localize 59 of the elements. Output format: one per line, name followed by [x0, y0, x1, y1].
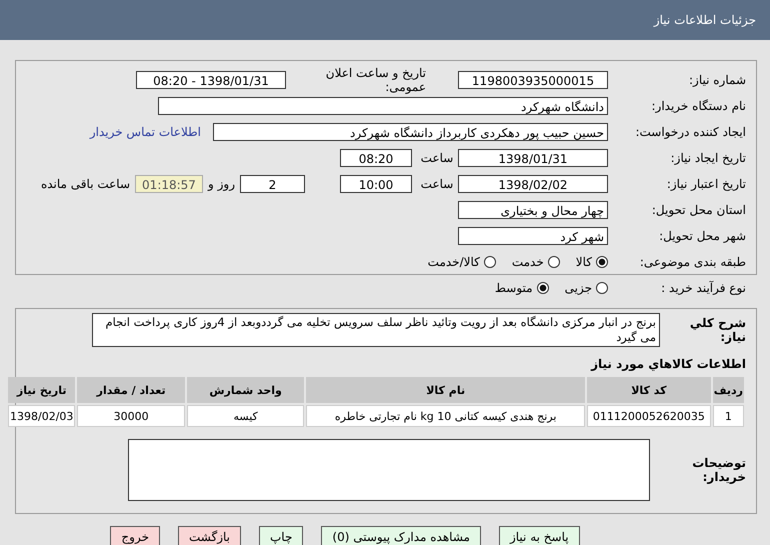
field-label: تاریخ ایجاد نیاز: — [670, 151, 746, 165]
requester-field: حسین حبیب پور دهکردی کاربرداز دانشگاه شهرکرد — [213, 123, 608, 141]
radio-button[interactable] — [596, 256, 608, 268]
field-label: شرح کلي نياز: — [688, 316, 746, 344]
description-field: برنج در انبار مرکزی دانشگاه بعد از رویت وتائید ناظر سلف سرویس تخلیه می گرددوبعد از 4روز کاری پرداخت انجام می گیرد — [92, 313, 660, 347]
radio-label: خدمت — [512, 255, 544, 269]
column-header: تعداد / مقدار — [77, 377, 185, 403]
table-cell: 30000 — [77, 405, 185, 427]
table-cell: 0111200052620035 — [586, 405, 711, 427]
province-field: چهار محال و بختیاری — [458, 201, 608, 219]
field-label: تاریخ اعتبار نیاز: — [666, 177, 746, 191]
radio-button[interactable] — [596, 282, 608, 294]
field-label: ساعت باقی مانده — [40, 177, 130, 191]
created-time-field: 08:20 — [340, 149, 412, 167]
column-header: نام کالا — [306, 377, 585, 403]
field-label: توضیحات خریدار: — [691, 456, 746, 484]
column-header: کد کالا — [586, 377, 711, 403]
radio-label: متوسط — [494, 281, 533, 295]
radio-button[interactable] — [484, 256, 496, 268]
validity-time-field: 10:00 — [340, 175, 412, 193]
action-button[interactable]: پاسخ به نیاز — [498, 526, 580, 545]
column-header: رديف — [712, 377, 744, 403]
announce-date-field: 1398/01/31 - 08:20 — [136, 71, 286, 89]
table-cell: 1 — [712, 405, 744, 427]
field-label: ساعت — [420, 151, 454, 165]
field-label: ایجاد کننده درخواست: — [634, 125, 746, 139]
field-label: ساعت — [420, 177, 454, 191]
field-label: روز و — [208, 177, 235, 191]
radio-button[interactable] — [536, 282, 549, 294]
radio-label: کالا/خدمت — [428, 255, 480, 269]
field-label: نوع فرآیند خرید : — [660, 281, 746, 295]
action-button[interactable]: خروج — [110, 526, 160, 545]
field-label: تاریخ و ساعت اعلان عمومی: — [324, 66, 426, 94]
column-header: تاریخ نیاز — [8, 377, 76, 403]
page-title: جزئیات اطلاعات نیاز — [654, 13, 756, 27]
action-button[interactable]: بازگشت — [178, 526, 241, 545]
field-label: طبقه بندی موضوعی: — [638, 255, 746, 269]
radio-button[interactable] — [548, 256, 560, 268]
remaining-time-field: 01:18:57 — [135, 175, 203, 193]
section-title: اطلاعات کالاهاي مورد نياز — [590, 357, 746, 371]
city-field: شهر کرد — [458, 227, 608, 245]
validity-date-field: 1398/02/02 — [458, 175, 608, 193]
field-label: شماره نیاز: — [688, 73, 746, 87]
radio-label: جزیی — [564, 281, 592, 295]
need-number-field: 1198003935000015 — [458, 71, 608, 89]
field-label: نام دستگاه خریدار: — [650, 99, 746, 113]
table-cell: کیسه — [186, 405, 304, 427]
table-cell: 1398/02/03 — [8, 405, 76, 427]
buyer-org-field: دانشگاه شهرکرد — [158, 97, 608, 115]
radio-label: کالا — [576, 255, 592, 269]
buyer-contact-link[interactable]: اطلاعات تماس خریدار — [90, 125, 201, 139]
days-field: 2 — [240, 175, 305, 193]
field-label: شهر محل تحویل: — [658, 229, 746, 243]
action-button[interactable]: چاپ — [259, 526, 304, 545]
table-cell: برنج هندی کیسه کتانی 10 kg نام تجارتی خاطره — [306, 405, 585, 427]
action-button[interactable]: مشاهده مدارک پیوستی (0) — [321, 526, 481, 545]
field-label: استان محل تحویل: — [650, 203, 746, 217]
column-header: واحد شمارش — [186, 377, 304, 403]
created-date-field: 1398/01/31 — [458, 149, 608, 167]
